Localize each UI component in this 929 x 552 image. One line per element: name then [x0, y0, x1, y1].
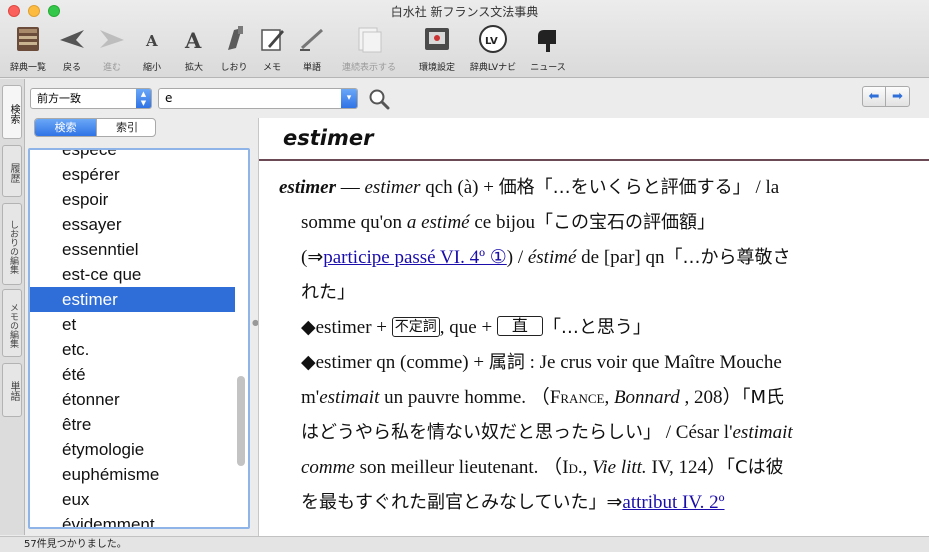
window-titlebar: 白水社 新フランス文法事典 辞典一覧 戻る 進む A 縮小 A 拡大 しおり メ…	[0, 0, 929, 78]
continuous-display-icon	[358, 27, 382, 53]
back-arrow-icon	[60, 30, 84, 48]
entry-line: m'estimait un pauvre homme. （France, Bon…	[301, 387, 785, 408]
splitter-handle[interactable]: ●	[252, 318, 259, 327]
crossref-link-attribut[interactable]: attribut IV. 2º	[622, 492, 724, 513]
memo-button[interactable]: メモ	[258, 24, 286, 76]
definition-pane: estimer estimer — estimer qch (à) + 価格「……	[258, 118, 929, 536]
list-item[interactable]: essenntiel	[30, 237, 235, 262]
back-button[interactable]: 戻る	[58, 24, 86, 76]
side-tab-bookmark-edit-label: しおりの編集	[8, 220, 18, 274]
bookmark-icon	[228, 26, 243, 50]
forward-arrow-icon	[100, 30, 124, 48]
list-item[interactable]: espoir	[30, 187, 235, 212]
headword-rule	[259, 159, 929, 161]
status-bar: 57件見つかりました。	[0, 536, 929, 552]
list-item[interactable]: être	[30, 412, 235, 437]
side-tab-search[interactable]: 検索	[2, 85, 22, 139]
list-item[interactable]: été	[30, 362, 235, 387]
list-item[interactable]: étonner	[30, 387, 235, 412]
arrow-left-icon: ⬅	[868, 89, 880, 104]
list-item[interactable]: etc.	[30, 337, 235, 362]
list-item[interactable]: est-ce que	[30, 262, 235, 287]
select-stepper-icon: ▲ ▼	[136, 89, 151, 108]
svg-text:A: A	[145, 32, 158, 50]
news-button[interactable]: ニュース	[530, 24, 566, 76]
list-item[interactable]: étymologie	[30, 437, 235, 462]
list-item[interactable]: et	[30, 312, 235, 337]
side-tab-word-label: 単語	[8, 381, 19, 401]
preferences-button[interactable]: 環境設定	[419, 24, 455, 76]
text-smaller-icon: A	[145, 32, 158, 50]
list-item[interactable]: évidemment	[30, 512, 235, 527]
continuous-display-button[interactable]: 連続表示する	[342, 24, 396, 76]
word-list[interactable]: espèce espérer espoir essayer essenntiel…	[28, 148, 250, 529]
lv-navi-icon: LV	[479, 25, 507, 53]
side-tab-memo-edit[interactable]: メモの編集	[2, 289, 22, 357]
text-larger-button[interactable]: A 拡大	[180, 24, 208, 76]
headword-title: estimer	[283, 126, 374, 150]
list-item[interactable]: euphémisme	[30, 462, 235, 487]
side-tab-bar: 検索 履歴 しおりの編集 メモの編集 単語	[0, 79, 25, 535]
search-query-text: e	[165, 91, 173, 105]
preferences-icon	[425, 28, 449, 50]
list-item[interactable]: espèce	[30, 150, 235, 162]
side-tab-memo-edit-label: メモの編集	[8, 302, 18, 348]
side-tab-word[interactable]: 単語	[2, 363, 22, 417]
entry-line: estimer — estimer qch (à) + 価格「…をいくらと評価す…	[279, 177, 780, 198]
side-tab-search-label: 検索	[8, 104, 19, 124]
memo-pencil-icon	[261, 29, 284, 51]
segment-search[interactable]: 検索	[35, 119, 96, 136]
book-stack-icon	[17, 27, 39, 51]
chevron-down-icon[interactable]: ▾	[341, 89, 357, 108]
entry-line: を最もすぐれた副官とみなしていた」⇒attribut IV. 2º	[301, 492, 725, 513]
entry-line: comme son meilleur lieutenant. （Id., Vie…	[301, 457, 784, 478]
lv-navi-button[interactable]: LV 辞典LVナビ	[470, 24, 516, 76]
search-index-segmented-control: 検索 索引	[34, 118, 156, 137]
prev-entry-button[interactable]: ⬅	[863, 87, 886, 106]
window-title: 白水社 新フランス文法事典	[390, 5, 539, 19]
text-larger-icon: A	[184, 28, 202, 53]
list-item[interactable]: espérer	[30, 162, 235, 187]
list-scrollbar[interactable]	[237, 376, 245, 466]
next-entry-button[interactable]: ➡	[886, 87, 909, 106]
side-tab-bookmark-edit[interactable]: しおりの編集	[2, 203, 22, 285]
entry-body: estimer — estimer qch (à) + 価格「…をいくらと評価す…	[279, 170, 927, 520]
boxed-label-infinitive: 不定詞	[391, 317, 440, 337]
side-tab-history[interactable]: 履歴	[2, 145, 22, 197]
entry-line: ◆estimer qn (comme) + 属詞 : Je crus voir …	[301, 352, 782, 373]
entry-line: ◆estimer + 不定詞, que + 直「…と思う」	[301, 316, 651, 338]
segment-index[interactable]: 索引	[96, 119, 155, 136]
text-smaller-button[interactable]: A 縮小	[138, 24, 166, 76]
boxed-label-indicative: 直	[496, 316, 543, 336]
search-mode-value: 前方一致	[37, 92, 81, 105]
entry-line: れた」	[301, 282, 355, 303]
history-nav-buttons: ⬅ ➡	[862, 86, 910, 107]
entry-line: (⇒participe passé VI. 4º ①) / éstimé de …	[301, 247, 791, 268]
search-mode-select[interactable]: 前方一致 ▲ ▼	[30, 88, 152, 109]
status-text: 57件見つかりました。	[24, 539, 127, 550]
svg-text:A: A	[184, 28, 202, 53]
search-input[interactable]: e ▾	[158, 88, 358, 109]
side-tab-history-label: 履歴	[8, 163, 19, 183]
list-item-selected[interactable]: estimer	[30, 287, 235, 312]
mailbox-icon	[538, 30, 556, 52]
dictionary-list-button[interactable]: 辞典一覧	[10, 24, 46, 76]
list-item[interactable]: eux	[30, 487, 235, 512]
entry-line: はどうやら私を情ない奴だと思ったらしい」 / César l'estimait	[301, 422, 793, 443]
entry-line: somme qu'on a estimé ce bijou「この宝石の評価額」	[301, 212, 716, 233]
crossref-link-participe-passe[interactable]: participe passé VI. 4º ①	[323, 247, 507, 268]
search-icon[interactable]	[368, 88, 390, 110]
forward-button[interactable]: 進む	[98, 24, 126, 76]
word-button[interactable]: 単語	[298, 24, 326, 76]
list-item[interactable]: essayer	[30, 212, 235, 237]
arrow-right-icon: ➡	[892, 89, 903, 104]
word-pen-icon	[300, 28, 324, 51]
svg-text:LV: LV	[485, 36, 498, 47]
